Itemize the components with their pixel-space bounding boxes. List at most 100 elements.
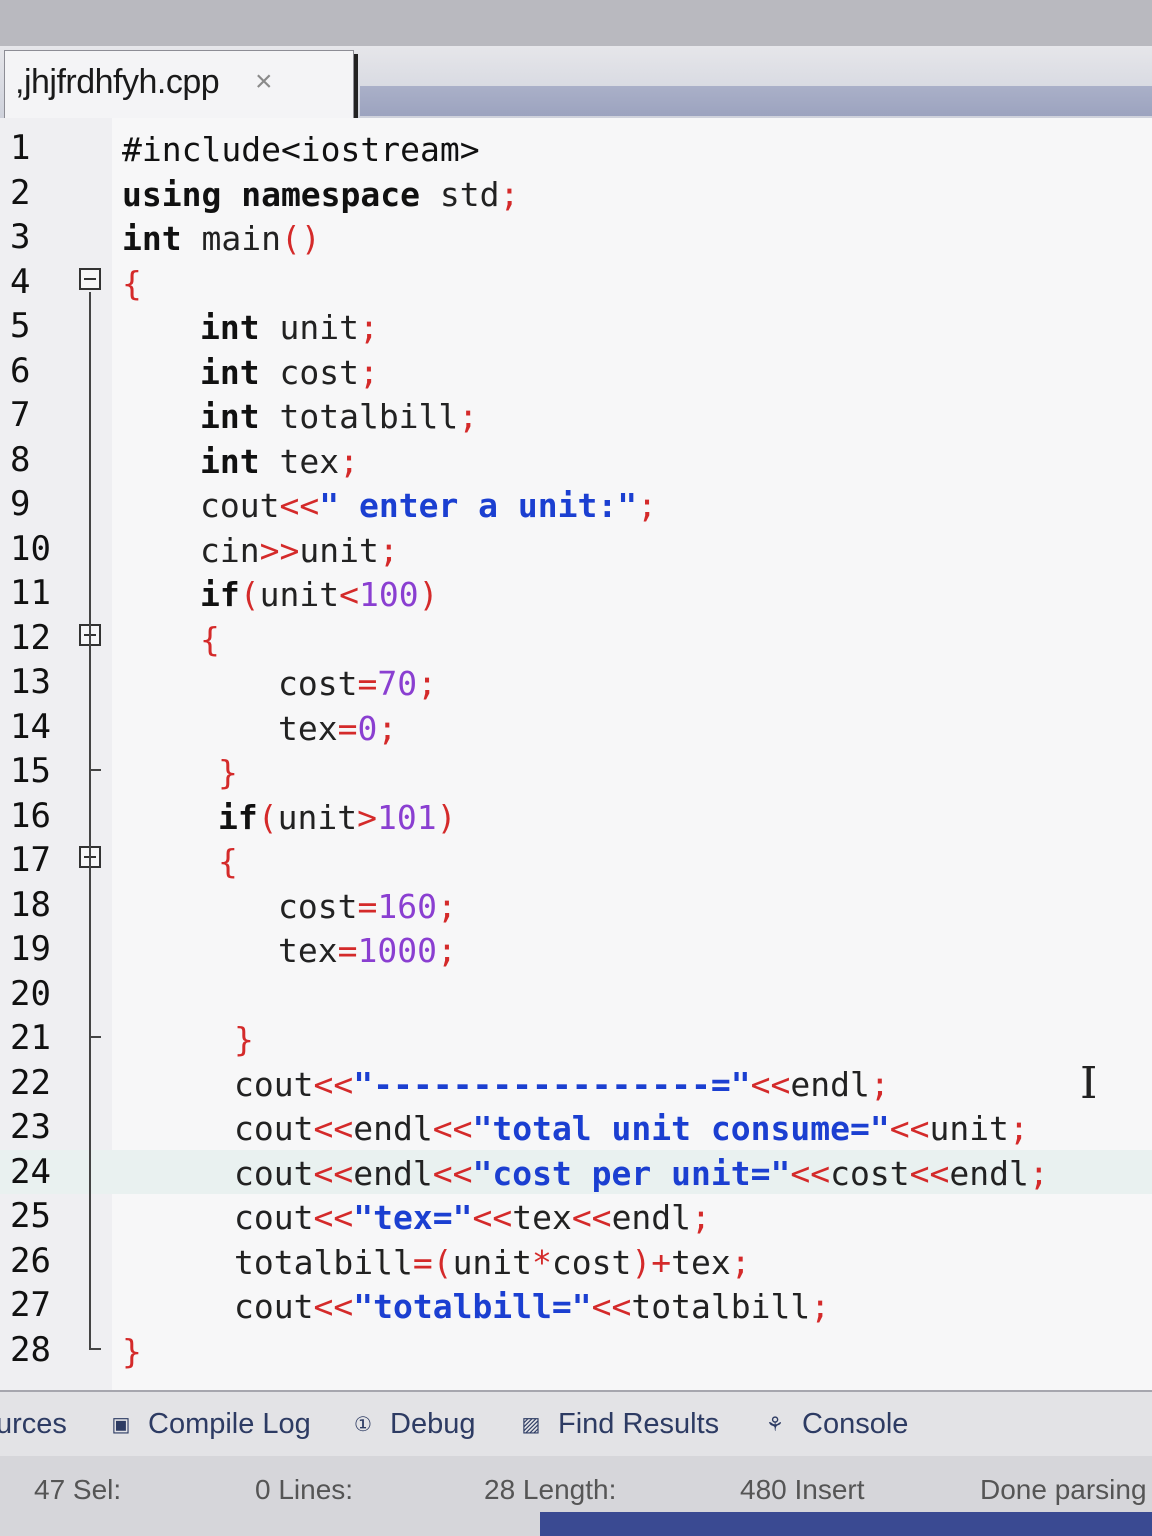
code-token: 101 [376,797,437,837]
code-token: << [279,486,320,525]
code-text: cost=160; [278,887,457,926]
panel-tab-label: urces [0,1408,67,1440]
close-icon[interactable]: × [255,65,273,99]
line-number: 26 [10,1240,51,1281]
line-number: 5 [10,306,31,346]
code-text: cout<<"-----------------="<<endl; [234,1065,890,1104]
code-token: tex [671,1242,731,1282]
file-tab[interactable]: ,jhjfrdhfyh.cpp × [4,50,354,118]
code-token: ; [417,664,437,703]
code-line[interactable]: 18 cost=160; [0,883,1152,927]
code-text: if(unit>101) [218,798,456,837]
code-token: if [200,575,240,614]
code-line[interactable]: 6 int cost; [0,349,1152,393]
code-line[interactable]: 2 using namespace std; [0,171,1152,215]
code-line[interactable]: 23 cout<<endl<<"total unit consume="<<uni… [0,1105,1152,1149]
line-number: 13 [10,662,51,702]
code-token: } [122,1331,142,1371]
code-text: tex=0; [278,709,397,748]
code-line[interactable]: 10 cin>>unit; [0,527,1152,571]
code-text: if(unit<100) [200,575,438,614]
code-text: int tex; [200,442,359,481]
code-token: ; [339,441,359,481]
code-text: } [122,1332,142,1371]
code-token: * [532,1242,552,1282]
code-line[interactable]: 16 if(unit>101) [0,794,1152,838]
code-line[interactable]: 21} [0,1016,1152,1060]
code-token: 1000 [357,931,437,970]
panel-tab-console[interactable]: ⚘ Console [758,1408,908,1441]
code-token: ; [358,352,379,392]
code-token: ; [378,530,399,570]
code-token: int [122,219,182,258]
code-text: { [200,620,220,659]
code-text: #include<iostream> [122,130,480,169]
text-cursor-icon: I [1080,1058,1098,1109]
code-token: = [337,931,358,970]
code-token: ( [257,797,278,837]
code-token: unit [929,1109,1009,1148]
code-editor[interactable]: 1 #include<iostream> 2 using namespace std;… [0,118,1152,1390]
code-token: "total unit consume=" [472,1109,890,1148]
line-number: 4 [10,261,31,302]
code-token: << [313,1198,354,1237]
fold-toggle-icon[interactable] [79,267,101,290]
code-token: if [218,797,258,837]
code-line[interactable]: 3 int main() [0,215,1152,259]
code-line[interactable]: 28} [0,1328,1152,1372]
code-line[interactable]: 24 cout<<endl<<"cost per unit="<<cost<<en… [0,1149,1152,1194]
code-token: unit [259,308,359,347]
code-text: cout<<endl<<"cost per unit="<<cost<<endl… [234,1154,1049,1193]
code-token: ; [358,308,379,347]
editor-tabbar: ,jhjfrdhfyh.cpp × [0,46,1152,120]
line-number: 21 [10,1018,51,1058]
code-line[interactable]: 8 int tex; [0,438,1152,482]
code-line[interactable]: 14 tex=0; [0,705,1152,749]
code-token: < [339,575,359,614]
code-token: } [234,1020,254,1059]
code-token: << [750,1064,791,1104]
line-number: 19 [10,929,51,969]
window-top-strip [0,0,1152,46]
code-token: tex [512,1198,572,1237]
line-number: 14 [10,706,51,747]
code-line[interactable]: 11 if(unit<100) [0,571,1152,615]
code-line[interactable]: 13 cost=70; [0,660,1152,704]
line-number: 7 [10,395,31,435]
code-token: unit [452,1242,533,1282]
code-line[interactable]: 7 int totalbill; [0,393,1152,437]
code-token: int [200,441,260,481]
code-line[interactable]: 9 cout<<" enter a unit:"; [0,482,1152,526]
code-line[interactable]: 15} [0,749,1152,793]
panel-tab-urces[interactable]: urces [0,1408,67,1441]
code-line[interactable]: 22 cout<<"-----------------="<<endl; [0,1061,1152,1105]
line-number: 8 [10,439,31,480]
code-line[interactable]: 5 int unit; [0,304,1152,348]
code-line[interactable]: 26 totalbill=(unit*cost)+tex; [0,1239,1152,1283]
code-token: " enter a unit:" [319,486,638,525]
panel-tab-find-results[interactable]: ▨ Find Results [514,1408,720,1441]
code-line[interactable]: 19 tex=1000; [0,927,1152,971]
code-token: ) [436,797,457,837]
code-line[interactable]: 12 { [0,616,1152,660]
code-text: cost=70; [278,664,437,703]
code-line[interactable]: 25 cout<<"tex="<<tex<<endl; [0,1194,1152,1238]
code-token: << [313,1109,354,1148]
code-line[interactable]: 1 #include<iostream> [0,126,1152,170]
panel-tab-compile-log[interactable]: ▣ Compile Log [104,1408,311,1441]
code-line[interactable]: 20 [0,972,1152,1016]
code-line[interactable]: 27 cout<<"totalbill="<<totalbill; [0,1283,1152,1327]
code-token: "-----------------=" [353,1064,751,1104]
code-token: cost [278,664,358,703]
status-parsing: Done parsing [980,1474,1147,1505]
code-line[interactable]: 17 { [0,838,1152,882]
code-text: using namespace std; [122,175,519,214]
line-number: 6 [10,350,31,391]
panel-tab-label: Compile Log [148,1408,311,1440]
code-token: totalbill [259,397,459,436]
code-token: int [200,352,260,392]
line-number: 10 [10,528,51,569]
code-token: unit [277,797,358,837]
panel-tab-debug[interactable]: ① Debug [346,1408,475,1441]
code-line[interactable]: 4{ [0,260,1152,304]
